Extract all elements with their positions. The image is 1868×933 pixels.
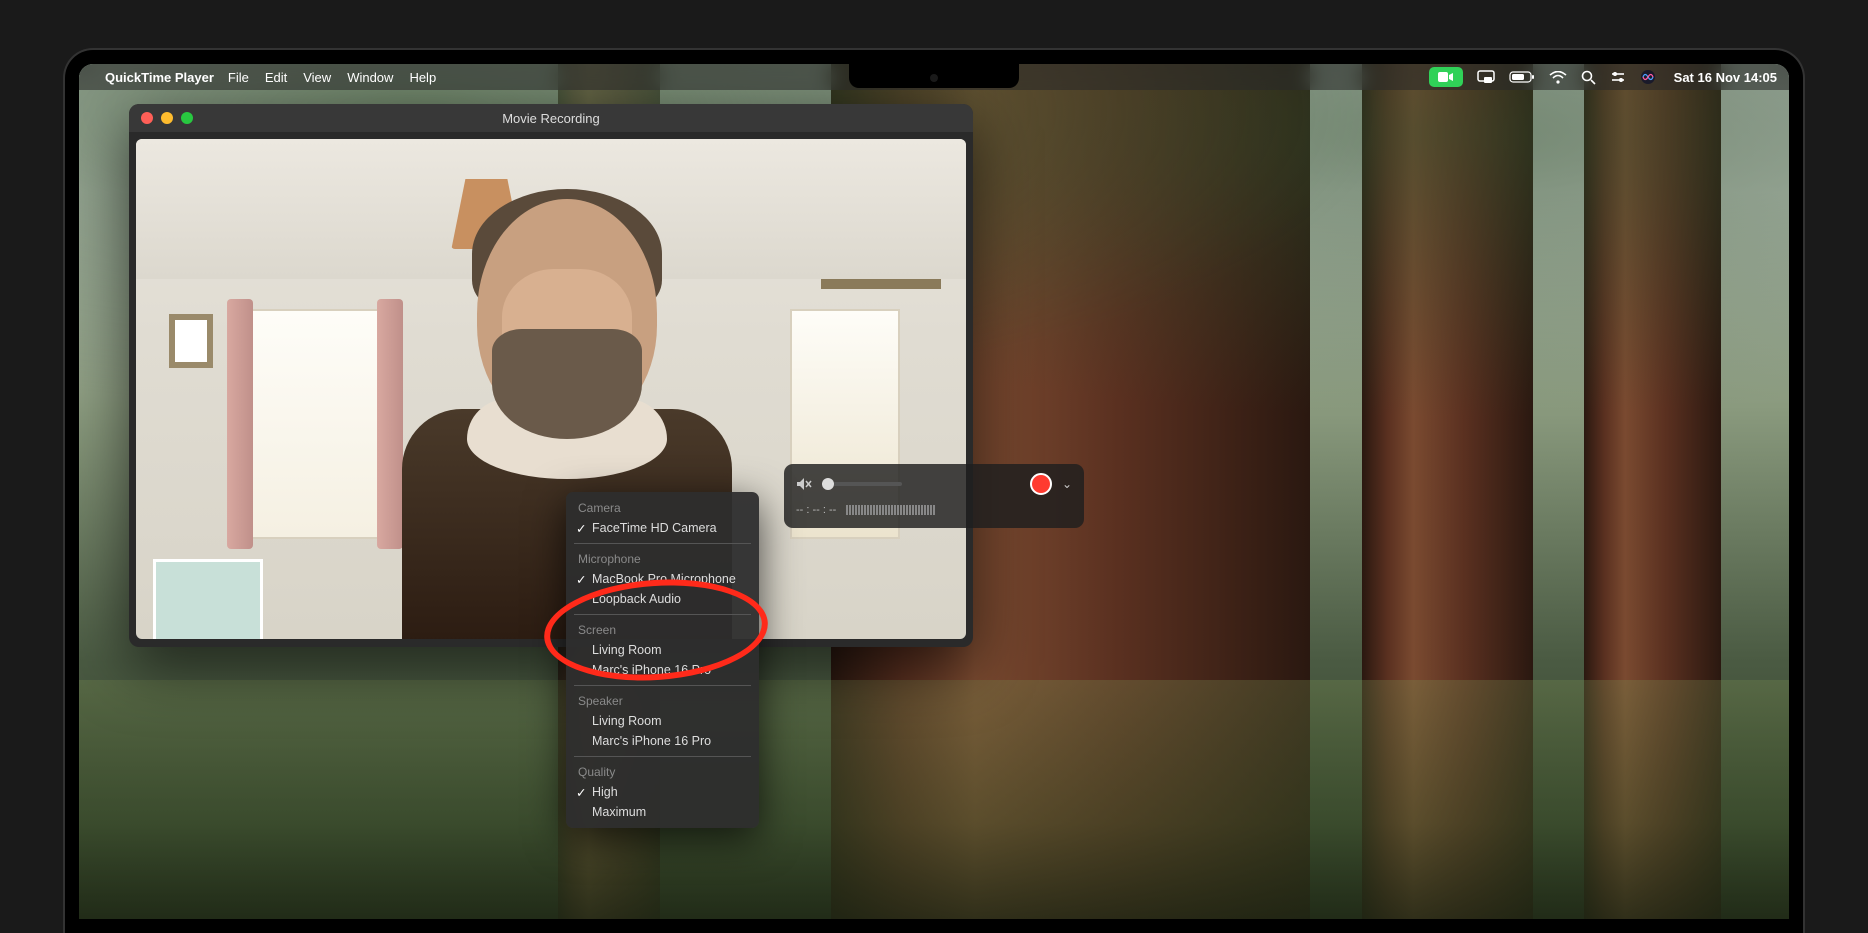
screen-option-iphone[interactable]: Marc's iPhone 16 Pro [566,660,759,680]
screen: QuickTime Player File Edit View Window H… [79,64,1789,919]
menu-help[interactable]: Help [409,70,436,85]
audio-level-meter [846,505,936,515]
recording-time: -- : -- : -- [796,504,836,516]
app-name[interactable]: QuickTime Player [105,70,214,85]
volume-slider[interactable] [822,482,902,486]
quality-option-high[interactable]: High [566,782,759,802]
dropdown-header-camera: Camera [566,498,759,518]
recording-options-menu: Camera FaceTime HD Camera Microphone Mac… [566,492,759,828]
dropdown-header-screen: Screen [566,620,759,640]
menu-file[interactable]: File [228,70,249,85]
speaker-option-iphone[interactable]: Marc's iPhone 16 Pro [566,731,759,751]
quicktime-window: Movie Recording [129,104,973,647]
volume-mute-icon[interactable] [796,477,812,491]
facetime-active-icon[interactable] [1429,67,1463,87]
screen-mirroring-icon[interactable] [1477,70,1495,84]
laptop-frame: QuickTime Player File Edit View Window H… [65,50,1803,933]
record-button[interactable] [1030,473,1052,495]
wifi-icon[interactable] [1549,71,1567,84]
dropdown-header-microphone: Microphone [566,549,759,569]
mic-option-macbook[interactable]: MacBook Pro Microphone [566,569,759,589]
recording-controls: ⌄ -- : -- : -- [784,464,1084,528]
quality-option-maximum[interactable]: Maximum [566,802,759,822]
dropdown-header-quality: Quality [566,762,759,782]
siri-icon[interactable] [1640,69,1656,85]
search-icon[interactable] [1581,70,1596,85]
window-title: Movie Recording [129,111,973,126]
camera-option-facetime[interactable]: FaceTime HD Camera [566,518,759,538]
menubar-clock[interactable]: Sat 16 Nov 14:05 [1674,70,1777,85]
speaker-option-living-room[interactable]: Living Room [566,711,759,731]
control-center-icon[interactable] [1610,70,1626,84]
screen-option-living-room[interactable]: Living Room [566,640,759,660]
menu-window[interactable]: Window [347,70,393,85]
battery-icon[interactable] [1509,71,1535,83]
menu-edit[interactable]: Edit [265,70,287,85]
camera-preview [136,139,966,639]
options-chevron-icon[interactable]: ⌄ [1062,477,1072,491]
menu-view[interactable]: View [303,70,331,85]
mic-option-loopback[interactable]: Loopback Audio [566,589,759,609]
notch [849,64,1019,88]
dropdown-header-speaker: Speaker [566,691,759,711]
window-titlebar[interactable]: Movie Recording [129,104,973,132]
